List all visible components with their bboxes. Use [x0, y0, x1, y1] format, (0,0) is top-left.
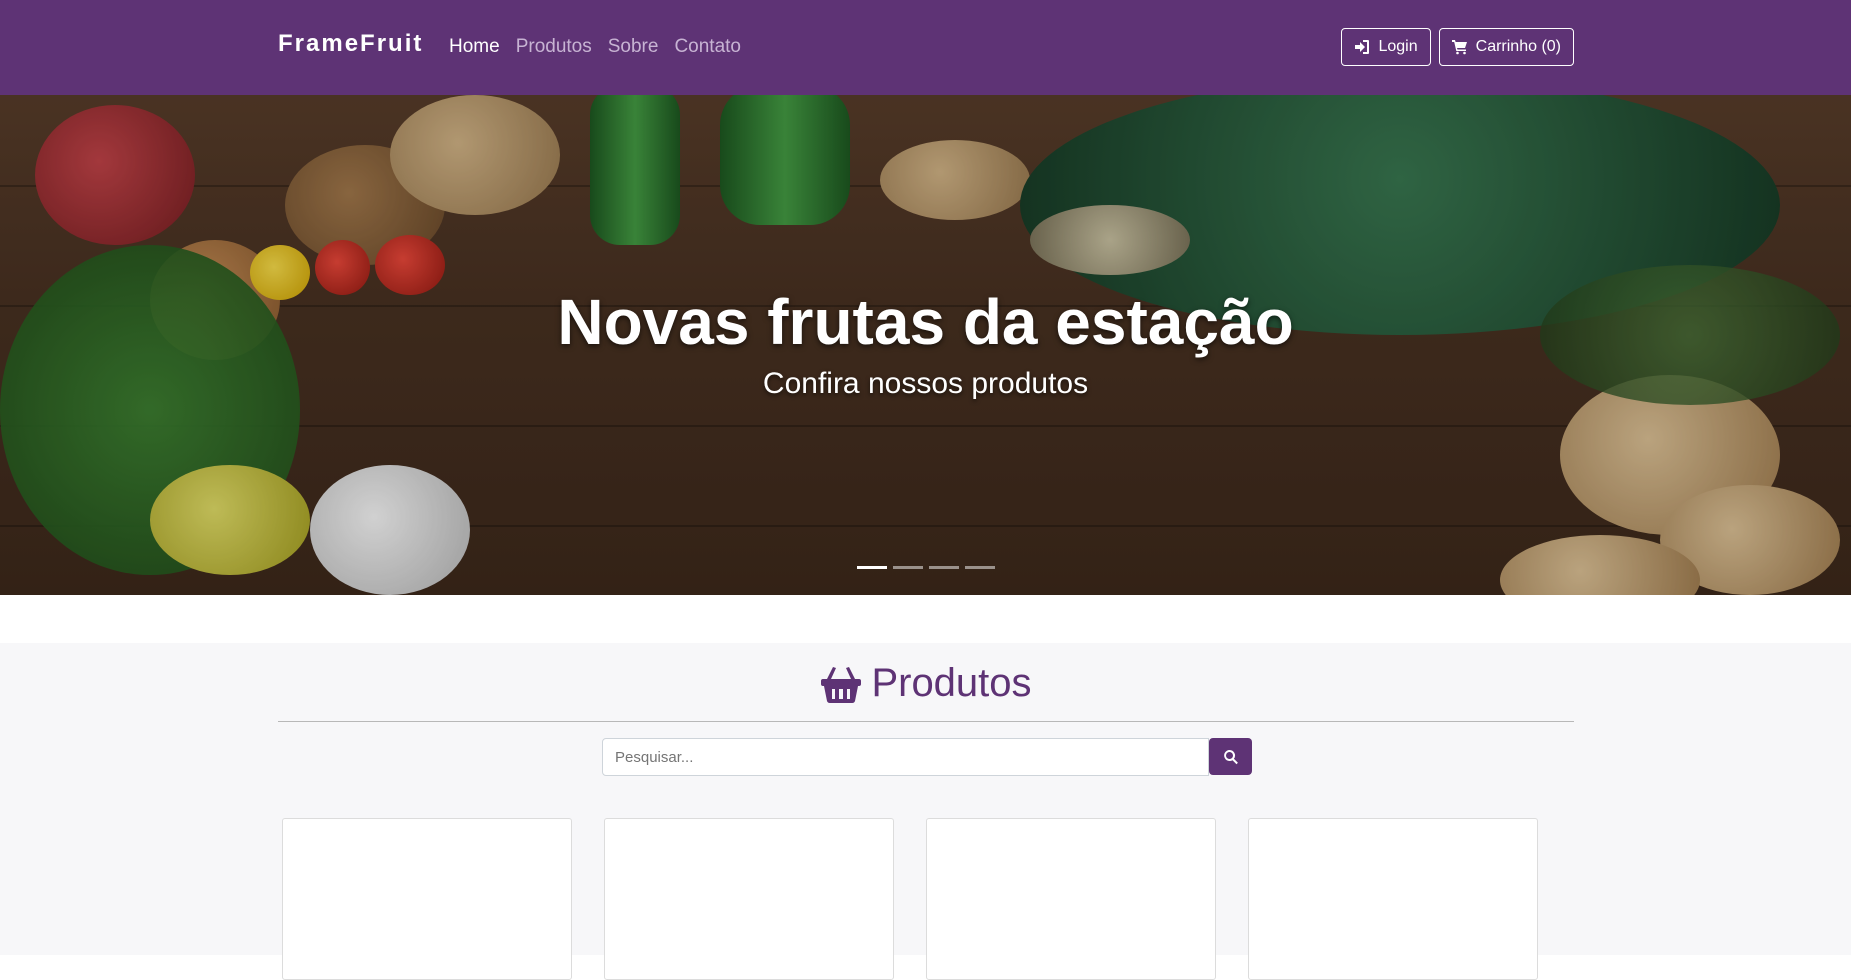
carousel-indicator[interactable] [857, 566, 887, 569]
search-icon [1223, 749, 1238, 764]
basket-icon [821, 666, 862, 703]
login-button[interactable]: Login [1341, 28, 1431, 66]
carousel-indicator[interactable] [929, 566, 959, 569]
hero-carousel[interactable]: Novas frutas da estação Confira nossos p… [0, 95, 1851, 595]
product-card[interactable] [1248, 818, 1538, 980]
divider [278, 721, 1574, 722]
products-section: Produtos [0, 643, 1851, 980]
cart-button[interactable]: Carrinho (0) [1438, 28, 1574, 66]
brand-logo[interactable]: FrameFruit [278, 30, 423, 58]
nav-link-home[interactable]: Home [449, 36, 500, 58]
login-label: Login [1378, 38, 1418, 55]
search-button[interactable] [1209, 738, 1252, 775]
search-input[interactable] [602, 738, 1209, 776]
sign-in-icon [1355, 40, 1370, 54]
product-card[interactable] [926, 818, 1216, 980]
nav-link-sobre[interactable]: Sobre [608, 36, 659, 58]
carousel-indicators [857, 566, 995, 569]
cart-label: Carrinho (0) [1475, 38, 1561, 55]
spacer [0, 595, 1851, 643]
products-heading: Produtos [0, 661, 1851, 706]
product-cards [282, 818, 1538, 980]
nav-links: Home Produtos Sobre Contato [449, 36, 741, 58]
hero-subtitle: Confira nossos produtos [762, 367, 1089, 400]
product-card[interactable] [604, 818, 894, 980]
carousel-indicator[interactable] [965, 566, 995, 569]
nav-link-contato[interactable]: Contato [674, 36, 741, 58]
search-bar [602, 738, 1252, 776]
nav-link-produtos[interactable]: Produtos [516, 36, 592, 58]
carousel-indicator[interactable] [893, 566, 923, 569]
products-title: Produtos [871, 661, 1032, 705]
nav-actions: Login Carrinho (0) [1341, 28, 1574, 66]
product-card[interactable] [282, 818, 572, 980]
navbar: FrameFruit Home Produtos Sobre Contato L… [0, 0, 1851, 95]
cart-icon [1451, 40, 1467, 55]
hero-title: Novas frutas da estação [557, 286, 1294, 358]
